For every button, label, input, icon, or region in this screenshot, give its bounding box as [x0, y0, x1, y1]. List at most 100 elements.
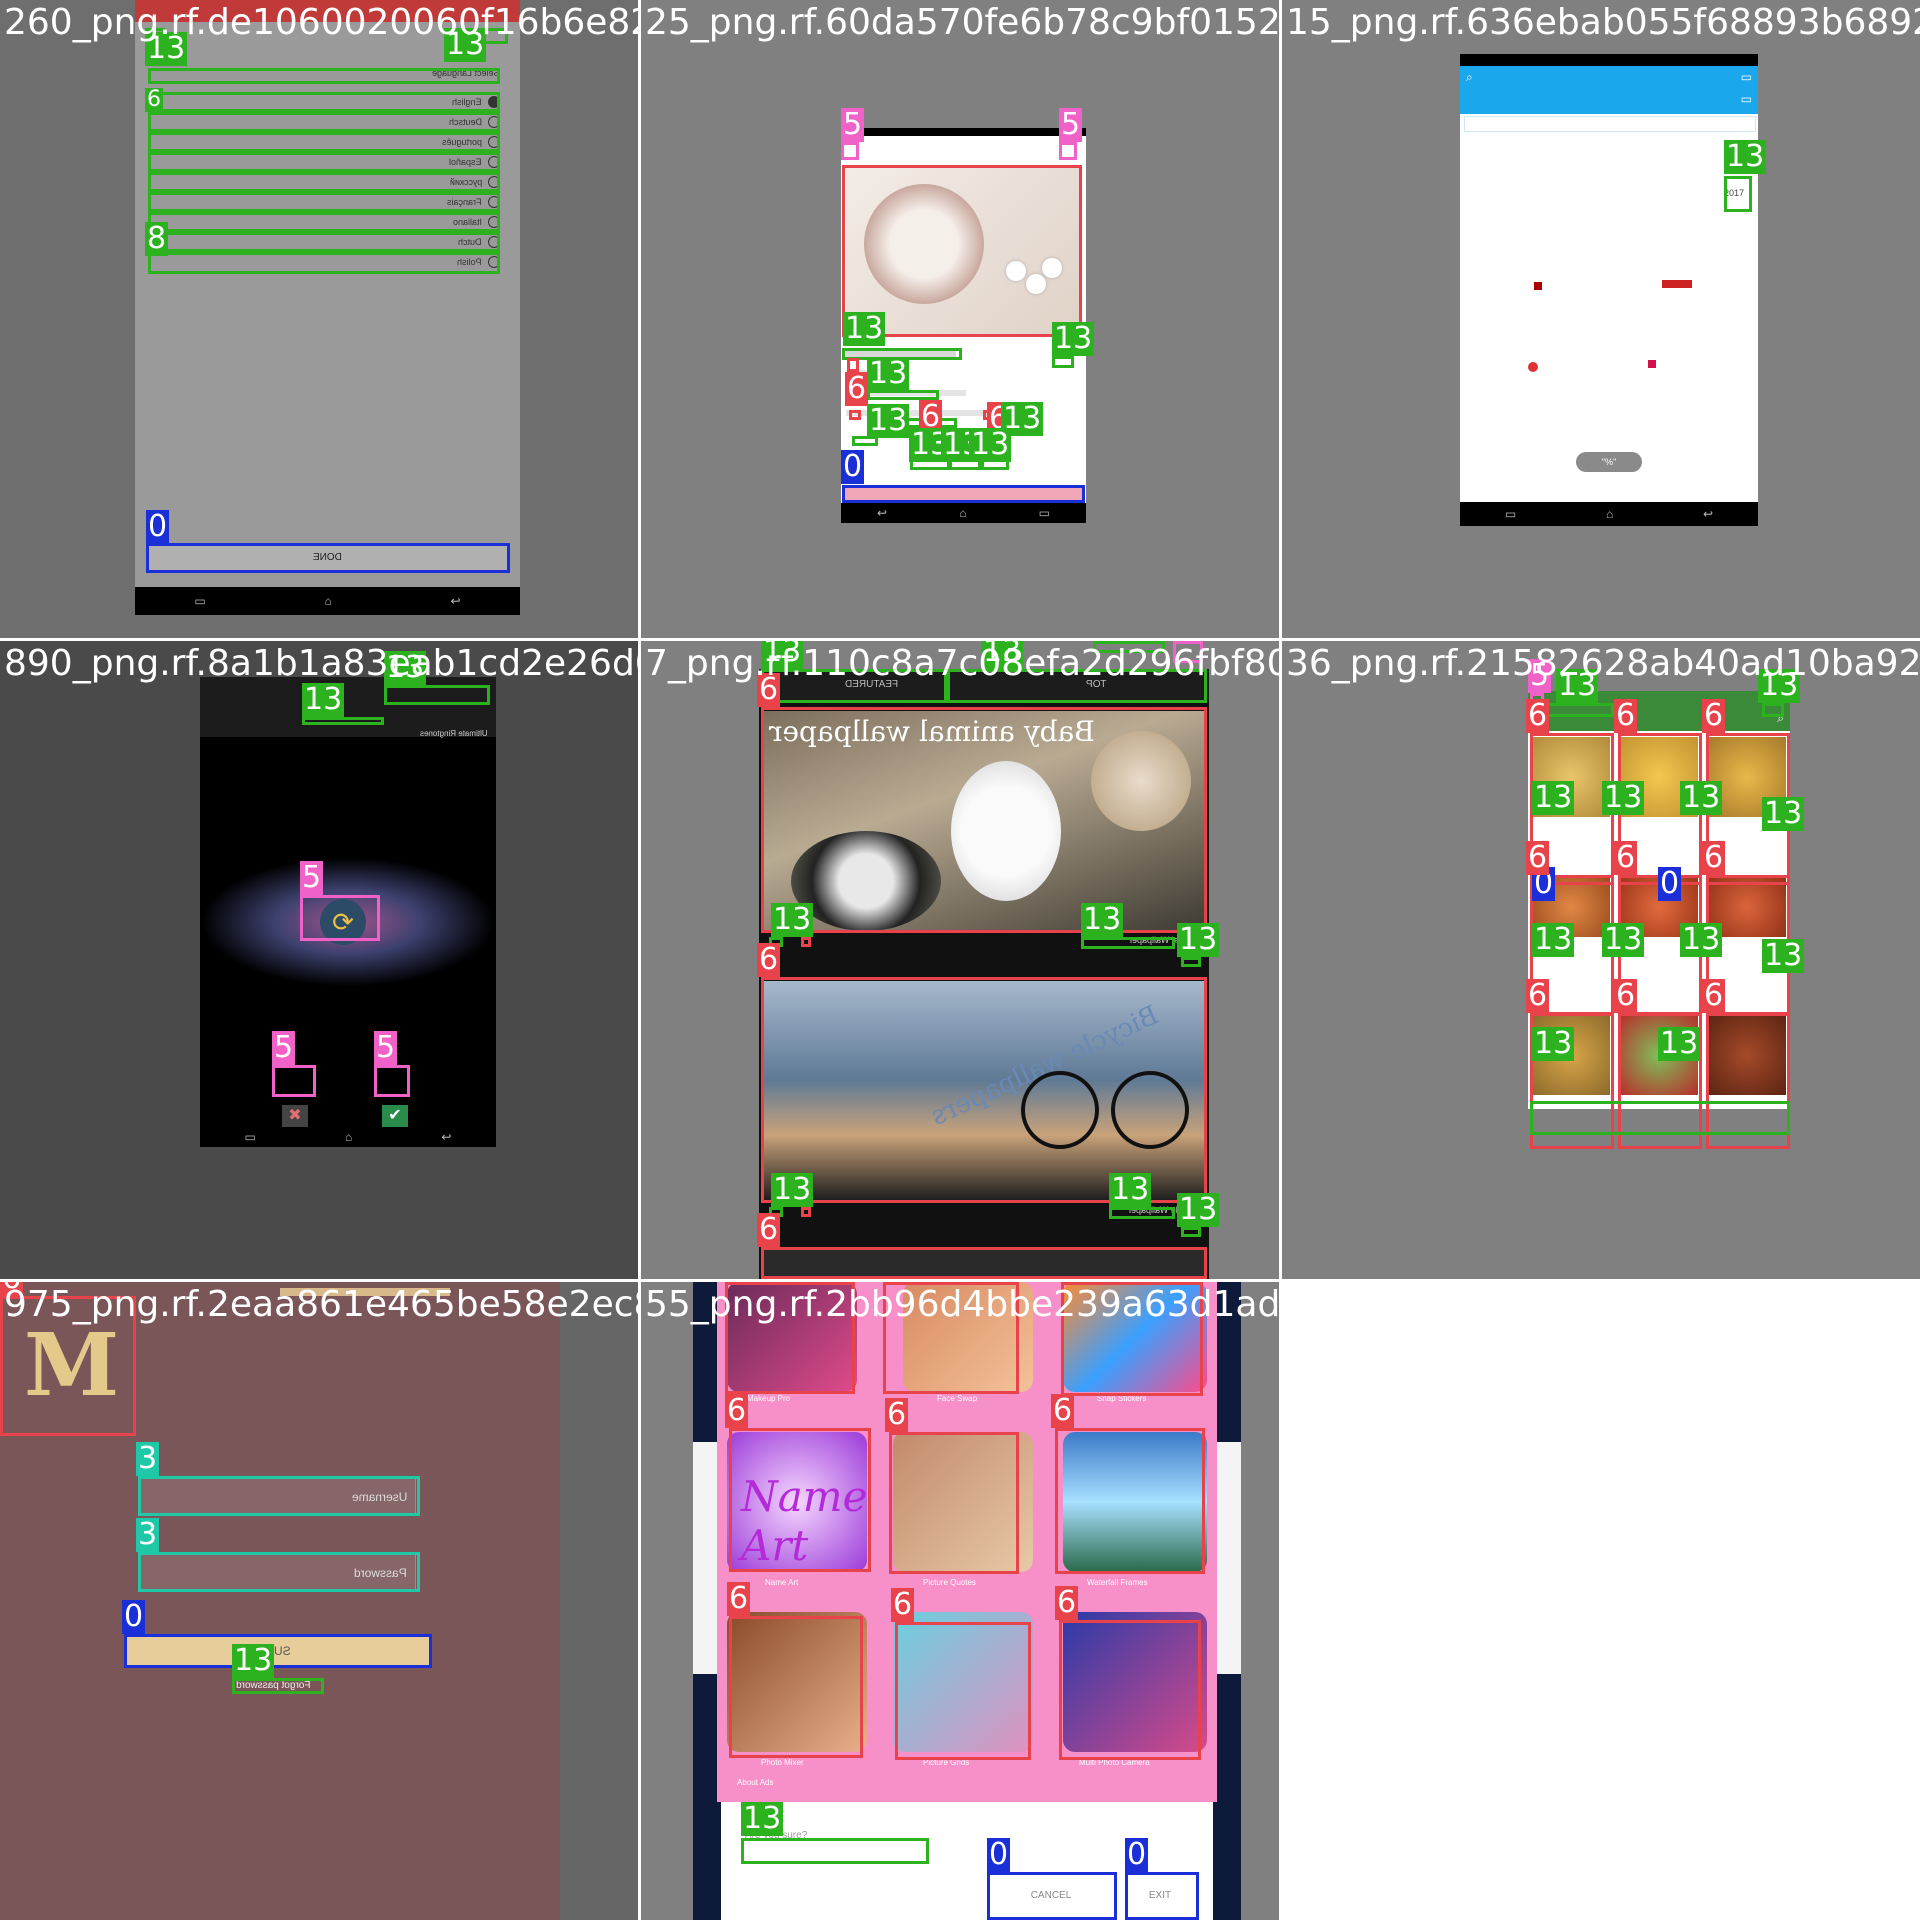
back-icon[interactable]: ↩	[441, 1130, 451, 1144]
box-label: 13	[1680, 780, 1723, 815]
logo-cell	[1528, 362, 1538, 372]
box-label: 6	[1614, 698, 1638, 733]
box-label: 6	[145, 87, 163, 112]
box-label: 6	[0, 1282, 24, 1296]
logo-cell	[1662, 280, 1692, 288]
box-label: 6	[891, 1587, 915, 1622]
box-label: 6	[1526, 698, 1550, 733]
nav-bar: ▭ ⌂ ↩	[1460, 502, 1758, 526]
box-label: 0	[1658, 866, 1682, 901]
box-label: 5	[1059, 107, 1083, 142]
box-label: 6	[1526, 978, 1550, 1013]
tile-title: 25_png.rf.60da570fe6b78c9bf01529245794e	[645, 2, 1279, 43]
box-label: 13	[384, 650, 427, 685]
box-label: 13	[1177, 922, 1220, 957]
box-label: 13	[1556, 668, 1599, 703]
recent-apps-icon[interactable]: ▭	[1505, 507, 1516, 521]
home-icon[interactable]: ⌂	[1606, 507, 1613, 521]
box-label: 6	[1526, 840, 1550, 875]
tile-language-select: 260_png.rf.de1060020060f16b6e82cf22a57 S…	[0, 0, 638, 638]
box-label: 13	[1758, 668, 1801, 703]
confirm-icon[interactable]: ✔	[382, 1105, 408, 1127]
logo-cell	[1534, 282, 1542, 290]
back-icon[interactable]: ↩	[451, 594, 461, 608]
tile-korean-app: 15_png.rf.636ebab055f68893b6892f3 ⌕ ▭ ▭ …	[1282, 0, 1920, 638]
recent-apps-icon[interactable]: ▭	[245, 1130, 256, 1144]
box-label: 13	[981, 641, 1024, 669]
home-icon[interactable]: ⌂	[325, 594, 332, 608]
box-label: 13	[771, 1172, 814, 1207]
box-label: 13	[1602, 922, 1645, 957]
box-label: 13	[1762, 796, 1805, 831]
box-label: 6	[1702, 840, 1726, 875]
box-label: 13	[145, 31, 188, 66]
search-input[interactable]	[1464, 116, 1756, 132]
recent-apps-icon[interactable]: ▭	[1039, 506, 1050, 520]
box-label: 13	[302, 682, 345, 717]
box-label: 13	[1177, 1192, 1220, 1227]
nav-bar: ▭ ⌂ ↩	[200, 1127, 496, 1147]
box-label: 5	[1528, 658, 1552, 693]
tile-title: 15_png.rf.636ebab055f68893b6892f3	[1286, 2, 1920, 43]
box-label: 6	[725, 1393, 749, 1428]
nav-bar: ↩ ⌂ ▭	[841, 503, 1086, 523]
box-label: 0	[841, 449, 865, 484]
box-label: 6	[885, 1397, 909, 1432]
box-label: 13	[843, 311, 886, 346]
box-label: 13	[1532, 922, 1575, 957]
about-ads-link[interactable]: About Ads	[737, 1778, 773, 1787]
box-label: 13	[1724, 139, 1767, 174]
pill-button[interactable]: "%"	[1576, 452, 1642, 472]
app-header: ⌕ ▭ ▭	[1460, 66, 1758, 114]
box-label: 3	[136, 1517, 160, 1552]
box-label: 13	[1052, 321, 1095, 356]
status-bar	[135, 0, 520, 22]
tile-login: 975_png.rf.2eaa861e465be58e2ec84651 M Us…	[0, 1282, 638, 1920]
box-label: 6	[757, 1212, 781, 1247]
box-label: 5	[272, 1030, 296, 1065]
box-label: 6	[845, 371, 869, 406]
cancel-icon[interactable]: ✖	[282, 1105, 308, 1127]
box-label: 6	[1055, 1585, 1079, 1620]
box-label: 13	[1602, 780, 1645, 815]
chat-icon[interactable]: ▭	[1741, 70, 1752, 84]
empty-cell	[1282, 1282, 1920, 1920]
box-label: 13	[867, 356, 910, 391]
box-label: 8	[145, 221, 169, 256]
box-label: 6	[1702, 698, 1726, 733]
box-label: 13	[771, 902, 814, 937]
box-label: 6	[1702, 978, 1726, 1013]
chat-icon[interactable]: ▭	[1741, 92, 1752, 106]
box-label: 6	[1051, 1393, 1075, 1428]
box-label: 13	[867, 403, 910, 438]
box-label: 6	[757, 672, 781, 707]
box-label: 3	[136, 1441, 160, 1476]
home-icon[interactable]: ⌂	[959, 506, 966, 520]
box-label: 0	[146, 509, 170, 544]
phone-screen: ⌕ ▭ ▭ 2017 "%" ▭ ⌂ ↩	[1460, 54, 1758, 526]
box-label: 0	[1125, 1837, 1149, 1872]
box-label: 0	[122, 1599, 146, 1634]
back-icon[interactable]: ↩	[1703, 507, 1713, 521]
nav-bar: ▭ ⌂ ↩	[135, 587, 520, 615]
tile-ringtones: 890_png.rf.8a1b1a83eab1cd2e26d07818 Ulti…	[0, 641, 638, 1279]
home-icon[interactable]: ⌂	[345, 1130, 352, 1144]
box-label: 13	[1109, 1172, 1152, 1207]
box-label: 5	[374, 1030, 398, 1065]
box-label: 13	[1081, 902, 1124, 937]
tile-wallpapers: 7_png.rf.110c8a7c08efa2d296fbf80a6f12e F…	[641, 641, 1279, 1279]
box-label: 6	[727, 1581, 751, 1616]
tile-recipes: 36_png.rf.21582628ab40ad10ba92b6 ⌕ 5 13 …	[1282, 641, 1920, 1279]
box-label: 13	[232, 1643, 275, 1678]
tile-product-detail: 25_png.rf.60da570fe6b78c9bf01529245794e …	[641, 0, 1279, 638]
box-label: 13	[761, 641, 804, 669]
box-label: 5	[300, 860, 324, 895]
recent-apps-icon[interactable]: ▭	[194, 594, 205, 608]
back-icon[interactable]: ↩	[877, 506, 887, 520]
search-icon[interactable]: ⌕	[1466, 70, 1473, 85]
box-label: 6	[757, 942, 781, 977]
box-label: 13	[741, 1801, 784, 1836]
box-label: 13	[1680, 922, 1723, 957]
box-label: 6	[1614, 840, 1638, 875]
box-label: 13	[1762, 938, 1805, 973]
